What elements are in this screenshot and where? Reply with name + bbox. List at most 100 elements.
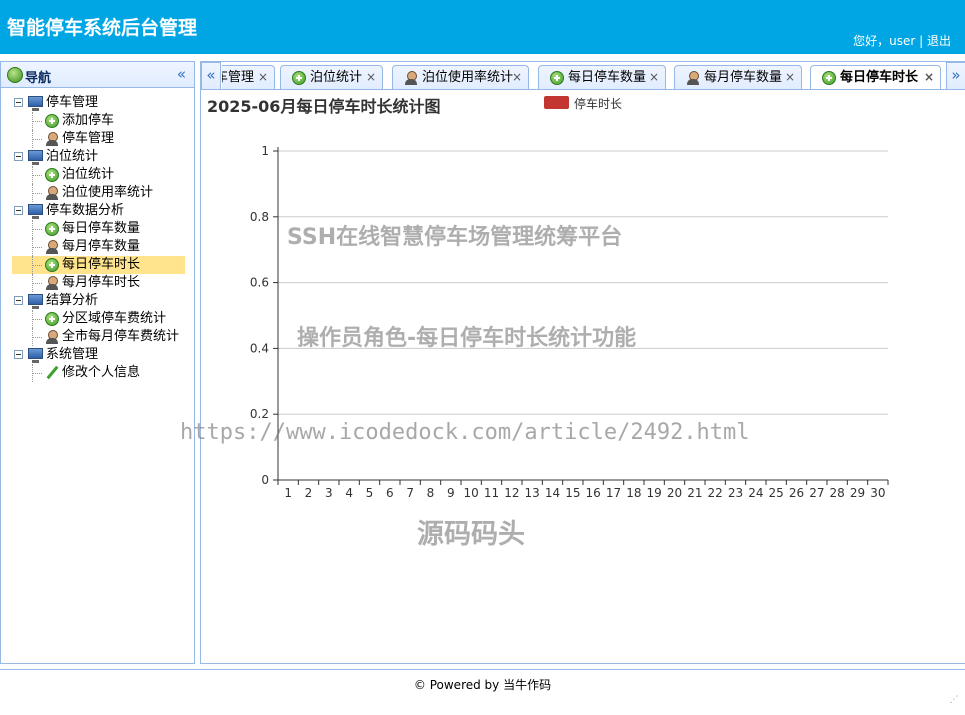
tree-item[interactable]: 每月停车数量 (1, 238, 194, 256)
app-title: 智能停车系统后台管理 (7, 17, 198, 39)
sidebar-title: 导航 (25, 71, 52, 86)
tree-item-label: 每月停车时长 (62, 275, 141, 290)
resize-grip-icon: ⋰ (949, 695, 959, 705)
user-icon (45, 240, 59, 254)
x-tick-label: 26 (789, 486, 804, 500)
tree-line (32, 121, 42, 122)
collapse-toggle-icon[interactable] (14, 98, 23, 107)
tree-line (32, 193, 42, 194)
tree-item-label: 修改个人信息 (62, 365, 141, 380)
tree-group-label: 泊位统计 (46, 149, 99, 164)
close-icon[interactable]: × (258, 66, 268, 89)
tree-item-label: 添加停车 (62, 113, 115, 128)
tab[interactable]: 停车管理× (222, 65, 275, 89)
tabs-scroll-left-button[interactable]: « (201, 62, 221, 89)
tab[interactable]: 泊位使用率统计 × (392, 65, 529, 89)
computer-icon (28, 348, 43, 363)
tree-item[interactable]: 添加停车 (1, 112, 194, 130)
x-tick-label: 25 (769, 486, 784, 500)
tree-item-label: 每日停车数量 (62, 221, 141, 236)
tree-group[interactable]: 结算分析 (1, 292, 194, 310)
tree-group-label: 停车数据分析 (46, 203, 125, 218)
computer-icon (28, 294, 43, 309)
x-tick-label: 13 (525, 486, 540, 500)
watermark-url: https://www.icodedock.com/article/2492.h… (180, 420, 750, 445)
tab[interactable]: 泊位统计 × (280, 65, 383, 89)
add-icon (822, 71, 836, 85)
tree-item-label: 泊位统计 (62, 167, 115, 182)
main-panel: « 停车管理×泊位统计×泊位使用率统计×每日停车数量×每月停车数量×每日停车时长… (200, 61, 965, 664)
tree-item-label: 每日停车时长 (62, 257, 141, 272)
tabs-strip: 停车管理×泊位统计×泊位使用率统计×每日停车数量×每月停车数量×每日停车时长× (222, 62, 945, 89)
computer-icon (28, 96, 43, 111)
tree-item[interactable]: 每月停车时长 (1, 274, 194, 292)
close-icon[interactable]: × (366, 66, 376, 89)
add-icon (45, 222, 59, 236)
logout-link[interactable]: 退出 (927, 34, 951, 48)
x-tick-label: 9 (447, 486, 455, 500)
add-icon (45, 312, 59, 326)
x-tick-label: 20 (667, 486, 682, 500)
pencil-icon (45, 366, 59, 380)
user-separator: | (919, 34, 924, 48)
navigation-sidebar: 导航 « 停车管理 添加停车 停车管理 泊位统计 泊位统计 泊位使用率统计 停车数据分析 每日… (0, 61, 195, 664)
computer-icon (28, 150, 43, 165)
x-tick-label: 12 (504, 486, 519, 500)
watermark-platform-name: SSH在线智慧停车场管理统筹平台 (287, 225, 623, 250)
tree-line (32, 139, 42, 140)
collapse-toggle-icon[interactable] (14, 350, 23, 359)
collapse-toggle-icon[interactable] (14, 206, 23, 215)
tree-group[interactable]: 泊位统计 (1, 148, 194, 166)
computer-icon (28, 204, 43, 219)
tab[interactable]: 每日停车数量 × (538, 65, 666, 89)
tabs-scroll-right-button[interactable]: » (946, 62, 965, 89)
tree-item[interactable]: 分区域停车费统计 (1, 310, 194, 328)
y-tick-label: 0.8 (250, 210, 269, 224)
user-area: 您好，user | 退出 (853, 32, 951, 49)
x-tick-label: 5 (366, 486, 374, 500)
y-tick-label: 1 (261, 144, 269, 158)
x-tick-label: 21 (687, 486, 702, 500)
collapse-sidebar-icon[interactable]: « (177, 65, 186, 83)
close-icon[interactable]: × (785, 66, 795, 89)
user-icon (45, 186, 59, 200)
y-tick-label: 0 (261, 473, 269, 487)
tree-item[interactable]: 每日停车数量 (1, 220, 194, 238)
tree-group-label: 系统管理 (46, 347, 99, 362)
tree-item-label: 分区域停车费统计 (62, 311, 167, 326)
user-icon (45, 276, 59, 290)
tree-item[interactable]: 泊位使用率统计 (1, 184, 194, 202)
tree-item[interactable]: 停车管理 (1, 130, 194, 148)
tree-line (32, 373, 42, 374)
tree-item[interactable]: 每日停车时长 (1, 256, 194, 274)
tree-group[interactable]: 系统管理 (1, 346, 194, 364)
user-icon (686, 71, 700, 85)
tab-label: 泊位使用率统计 (422, 70, 514, 85)
tree-item[interactable]: 全市每月停车费统计 (1, 328, 194, 346)
tree-item-label: 全市每月停车费统计 (62, 329, 180, 344)
tree-line (32, 283, 42, 284)
tab[interactable]: 每日停车时长 × (810, 65, 941, 89)
tree-group[interactable]: 停车数据分析 (1, 202, 194, 220)
close-icon[interactable]: × (924, 66, 934, 89)
tab[interactable]: 每月停车数量 × (674, 65, 802, 89)
tab-bar: « 停车管理×泊位统计×泊位使用率统计×每日停车数量×每月停车数量×每日停车时长… (201, 62, 965, 90)
x-tick-label: 24 (748, 486, 763, 500)
collapse-toggle-icon[interactable] (14, 152, 23, 161)
tree-item[interactable]: 修改个人信息 (1, 364, 194, 382)
x-tick-label: 6 (386, 486, 394, 500)
x-tick-label: 1 (284, 486, 292, 500)
chart-canvas: 00.20.40.60.811 2 3 4 5 6 7 8 9 10 11 12 13 14 15 16 17 1… (250, 144, 889, 500)
tree-item[interactable]: 泊位统计 (1, 166, 194, 184)
close-icon[interactable]: × (512, 66, 522, 89)
tree-group[interactable]: 停车管理 (1, 94, 194, 112)
add-icon (45, 168, 59, 182)
x-tick-label: 27 (809, 486, 824, 500)
tab-label: 每日停车时长 (840, 70, 919, 85)
tree-line (32, 337, 42, 338)
globe-icon (7, 67, 23, 83)
close-icon[interactable]: × (649, 66, 659, 89)
watermark-brand: 源码码头 (417, 519, 525, 550)
x-tick-label: 7 (406, 486, 414, 500)
collapse-toggle-icon[interactable] (14, 296, 23, 305)
